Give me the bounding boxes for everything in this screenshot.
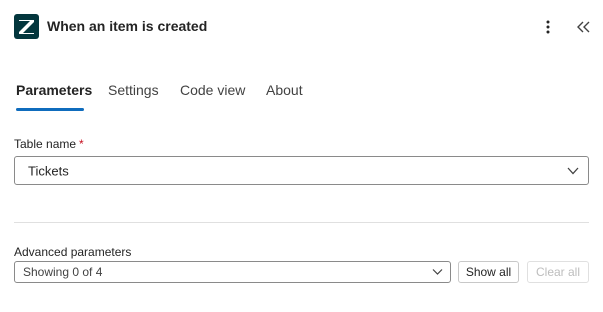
advanced-parameters-value: Showing 0 of 4 bbox=[23, 265, 103, 279]
table-name-value: Tickets bbox=[28, 163, 69, 178]
trigger-title: When an item is created bbox=[47, 18, 208, 34]
more-vertical-icon bbox=[546, 20, 550, 34]
double-chevron-left-icon bbox=[577, 21, 590, 33]
section-divider bbox=[14, 222, 589, 223]
tab-code-view[interactable]: Code view bbox=[180, 82, 245, 98]
collapse-panel-button[interactable] bbox=[574, 16, 594, 38]
active-tab-indicator bbox=[16, 108, 84, 111]
tab-parameters[interactable]: Parameters bbox=[16, 82, 92, 98]
required-marker: * bbox=[79, 137, 84, 151]
show-all-button[interactable]: Show all bbox=[458, 261, 519, 283]
panel-header: When an item is created bbox=[14, 14, 594, 40]
clear-all-button[interactable]: Clear all bbox=[527, 261, 589, 283]
tab-about[interactable]: About bbox=[266, 82, 303, 98]
chevron-down-icon bbox=[432, 269, 443, 275]
advanced-parameters-select[interactable]: Showing 0 of 4 bbox=[14, 261, 451, 283]
chevron-down-icon bbox=[567, 167, 579, 174]
table-name-label: Table name * bbox=[14, 137, 84, 151]
table-name-label-text: Table name bbox=[14, 137, 77, 151]
zendesk-logo-icon bbox=[14, 14, 39, 39]
tab-settings[interactable]: Settings bbox=[108, 82, 159, 98]
table-name-select[interactable]: Tickets bbox=[14, 156, 589, 185]
more-options-button[interactable] bbox=[540, 16, 556, 38]
advanced-parameters-label: Advanced parameters bbox=[14, 245, 132, 259]
